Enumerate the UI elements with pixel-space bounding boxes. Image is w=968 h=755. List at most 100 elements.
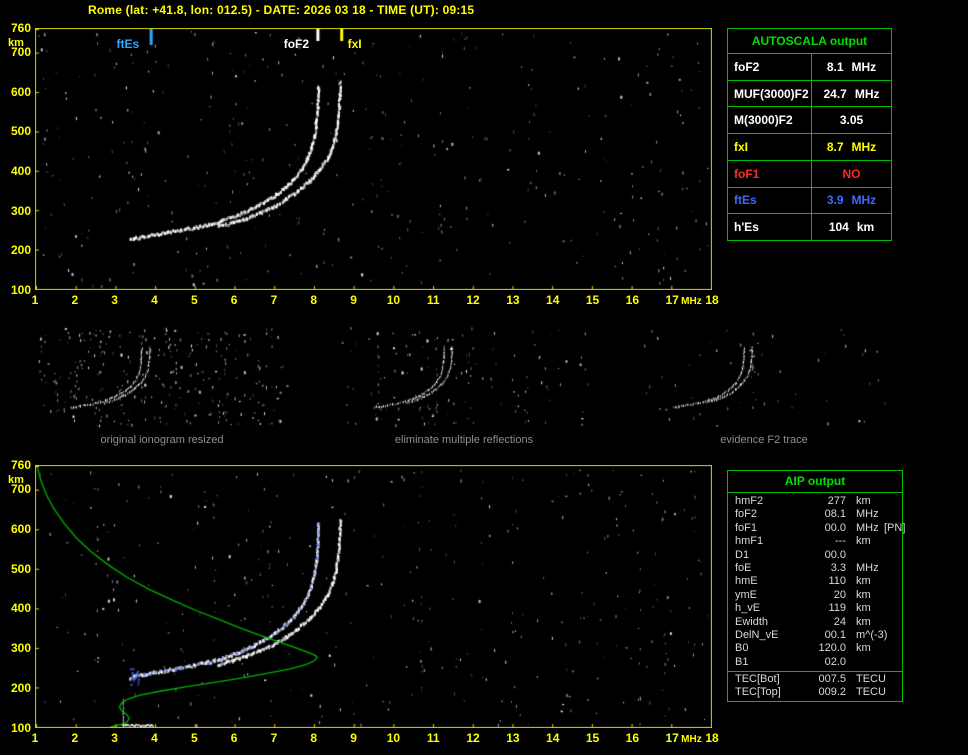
aip-param-unit: km [856, 588, 871, 601]
aip-row-h-ve: h_vE 119 km [728, 602, 902, 615]
aip-param-unit: TECU [856, 686, 886, 699]
autoscala-value-number: 3.05 [839, 113, 864, 128]
plot2-x-tick: 11 [426, 731, 440, 745]
aip-param-label: Ewidth [735, 615, 769, 628]
aip-param-value: 3.3 [830, 561, 846, 574]
aip-row-yme: ymE 20 km [728, 589, 902, 602]
plot1-x-tick: 15 [585, 293, 600, 307]
aip-param-label: foE [735, 561, 752, 574]
aip-param-unit: km [856, 495, 871, 507]
aip-param-unit: km [856, 602, 871, 615]
plot2-x-unit: MHz [681, 734, 702, 745]
aip-output-panel: AIP output hmF2 277 km foF2 08.1 MHz foF1 00.0 M… [727, 470, 906, 702]
aip-output-rows: hmF2 277 km foF2 08.1 MHz foF1 00.0 MHz [PN] hmF1 -… [728, 493, 906, 700]
plot1-x-tick: 2 [71, 293, 79, 307]
aip-param-value: 02.0 [824, 655, 846, 668]
aip-row-deln-ve: DelN_vE 00.1 m^(-3) [728, 629, 902, 642]
autoscala-param-label: fxI [728, 134, 812, 160]
aip-param-unit: km [856, 642, 871, 655]
autoscala-output-title: AUTOSCALA output [751, 34, 868, 48]
aip-param-unit: km [856, 575, 871, 588]
thumbnail-caption-reflections: eliminate multiple reflections [394, 434, 534, 446]
autoscala-value-unit: MHz [851, 140, 877, 155]
aip-param-value: 00.1 [824, 628, 846, 641]
aip-row-hme: hmE 110 km [728, 575, 902, 588]
autoscala-output-rows: foF2 8.1 MHz MUF(3000)F2 24.7 MHz M(3000)F2 3.0… [728, 53, 891, 241]
autoscala-param-label: foF1 [728, 160, 812, 187]
aip-param-value: 08.1 [824, 508, 846, 521]
autoscala-row-m-3000-f2: M(3000)F2 3.05 [728, 106, 891, 134]
aip-param-label: B1 [735, 655, 749, 668]
autoscala-param-value: 8.7 MHz [812, 134, 891, 160]
plot2-x-tick: 16 [625, 731, 640, 745]
plot1-y-tick: 400 [10, 163, 31, 178]
plot2-x-tick: 15 [585, 731, 600, 745]
autoscala-param-value: 3.05 [812, 107, 891, 133]
autoscala-param-value: 8.1 MHz [812, 54, 891, 80]
plot1-x-tick: 6 [230, 293, 238, 307]
autoscala-param-label: h'Es [728, 214, 812, 241]
plot1-x-tick: 7 [270, 293, 278, 307]
aip-param-label: hmF1 [735, 535, 764, 548]
plot2-y-tick: 760 [10, 458, 31, 472]
aip-tec-row-tec-bot-: TEC[Bot] 007.5 TECU [728, 673, 902, 686]
restored-ionogram-plot [35, 465, 712, 728]
autoscala-param-label: ftEs [728, 187, 812, 214]
aip-param-unit: km [856, 535, 871, 548]
plot1-marker-label-ftes: ftEs [116, 37, 140, 51]
autoscala-param-label: MUF(3000)F2 [728, 80, 812, 107]
plot1-x-tick: 14 [546, 293, 560, 307]
plot1-y-tick: 760 [10, 21, 31, 35]
aip-param-label: hmE [735, 575, 758, 588]
plot1-x-tick: 10 [386, 293, 401, 307]
plot2-y-tick: 500 [10, 561, 31, 576]
autoscala-value-number: 3.9 [826, 193, 844, 208]
plot2-x-tick: 4 [151, 731, 158, 745]
plot1-x-tick: 9 [350, 293, 357, 307]
plot1-y-tick: 500 [10, 124, 31, 139]
autoscala-param-value: 24.7 MHz [812, 81, 891, 107]
plot1-x-tick: 11 [426, 293, 440, 307]
aip-param-unit: MHz [856, 521, 879, 534]
plot1-y-tick: 200 [10, 243, 31, 258]
aip-param-label: D1 [735, 548, 750, 561]
autoscala-row-fxi: fxI 8.7 MHz [728, 133, 891, 160]
aip-row-foe: foE 3.3 MHz [728, 562, 902, 575]
aip-param-unit: MHz [856, 508, 879, 521]
plot1-x-tick: 4 [151, 293, 158, 307]
autoscala-output-panel: AUTOSCALA output foF2 8.1 MHz MUF(3000)F2 24… [727, 28, 892, 241]
aip-param-label: foF2 [735, 508, 758, 521]
aip-param-unit: m^(-3) [856, 628, 888, 641]
aip-row-b1: B1 02.0 [728, 656, 902, 669]
aip-param-value: 007.5 [818, 673, 846, 686]
autoscala-value-number: 8.1 [826, 59, 844, 74]
plot1-x-tick: 16 [625, 293, 640, 307]
aip-param-extra: [PN] [884, 521, 906, 534]
plot2-x-tick: 8 [310, 731, 318, 745]
aip-param-value: 24 [833, 615, 846, 628]
autoscala-row-fof2: foF2 8.1 MHz [728, 53, 891, 80]
plot2-x-tick: 14 [546, 731, 560, 745]
aip-param-value: 20 [833, 588, 846, 601]
aip-param-value: 00.0 [824, 521, 846, 534]
autoscala-row-h-es: h'Es 104 km [728, 213, 891, 241]
aip-param-value: 110 [828, 575, 846, 588]
aip-row-b0: B0 120.0 km [728, 642, 902, 655]
aip-param-unit: TECU [856, 673, 886, 686]
thumbnail-caption-f2trace: evidence F2 trace [720, 434, 808, 446]
plot2-x-tick: 13 [506, 731, 520, 745]
aip-row-fof1: foF1 00.0 MHz [PN] [728, 521, 906, 535]
plot1-x-unit: MHz [681, 296, 702, 307]
aip-param-label: TEC[Top] [735, 686, 781, 699]
main-ionogram-plot [35, 28, 712, 290]
plot1-marker-label-fxi: fxI [347, 37, 362, 51]
plot1-y-tick: 600 [10, 84, 31, 99]
aip-row-hmf1: hmF1 --- km [728, 535, 902, 548]
autoscala-value-unit: MHz [854, 86, 880, 101]
plot1-x-tick: 8 [310, 293, 318, 307]
aip-param-label: ymE [735, 588, 757, 601]
plot2-x-tick: 5 [190, 731, 198, 745]
thumbnail-caption-original: original ionogram resized [100, 434, 224, 446]
plot2-x-tick: 1 [31, 731, 39, 745]
plot1-x-tick: 5 [190, 293, 198, 307]
